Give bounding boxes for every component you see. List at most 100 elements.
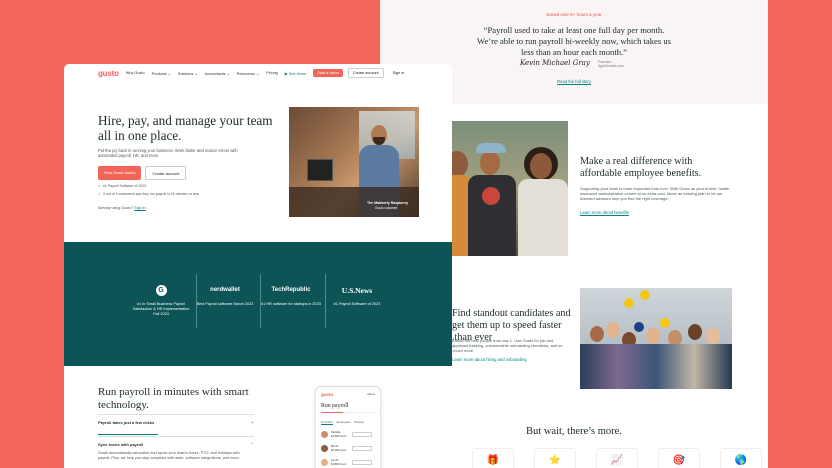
photo-person xyxy=(480,151,500,175)
benefits-photo xyxy=(452,121,568,256)
nav-resources[interactable]: Resources ⌄ xyxy=(237,71,259,76)
balloon xyxy=(634,322,644,332)
testimonial-signature: Kevin Michael Gray xyxy=(520,59,590,67)
see-demo-label: See demo xyxy=(288,71,307,76)
hiring-link[interactable]: Learn more about hiring and onboarding xyxy=(452,357,527,362)
phone-menu[interactable]: Menu xyxy=(367,392,375,396)
team-person xyxy=(706,328,720,344)
usnews-logo: U.S.News xyxy=(341,285,373,295)
front-page: gusto Why Gusto Products ⌄ Solutions ⌄ A… xyxy=(64,64,452,468)
team-person xyxy=(590,326,604,342)
payroll-title: Run payroll in minutes with smart techno… xyxy=(98,386,249,411)
awards-band: G #1 in Small Business Payroll Satisfact… xyxy=(64,242,452,366)
phone-logo: gusto xyxy=(321,392,334,397)
accordion-progress xyxy=(98,434,158,435)
nav-why-gusto[interactable]: Why Gusto xyxy=(126,71,145,75)
phone-tab-employees[interactable]: Employees xyxy=(337,420,351,425)
already-using: Already using Gusto? Sign in xyxy=(98,206,146,210)
nav-pricing[interactable]: Pricing xyxy=(266,71,278,75)
already-sign-in-link[interactable]: Sign in xyxy=(134,206,145,210)
accordion-item-clicks[interactable]: Payroll takes just a few clicks + xyxy=(98,414,254,425)
phone-mockup: gusto Menu Run payroll Overview Employee… xyxy=(315,386,381,468)
photo-screen xyxy=(307,159,333,181)
testimonial-quote: “Payroll used to take at least one full … xyxy=(477,25,671,57)
accordion-item-sync[interactable]: Sync hours with payroll ⌃ Gusto automati… xyxy=(98,436,254,461)
hero-check-1: ✓ #1 Payroll Software of 2023 xyxy=(98,184,146,188)
nav-solutions[interactable]: Solutions ⌄ xyxy=(178,71,198,76)
photo-caption-role: Gusto customer xyxy=(375,206,398,210)
nav-accountants[interactable]: Accountants ⌄ xyxy=(205,71,230,76)
target-icon[interactable]: 🎯 xyxy=(658,448,700,468)
accordion-label: Payroll takes just a few clicks xyxy=(98,420,155,425)
accordion-body: Gusto automatically calculates and syncs… xyxy=(98,451,240,460)
testimonial-kicker: Saved over 8+ hours a year xyxy=(546,12,602,17)
phone-progress xyxy=(321,412,377,413)
award-logo: G xyxy=(130,284,192,296)
nerdwallet-logo: nerdwallet xyxy=(210,287,240,293)
award-text: Best Payroll software March 2023 xyxy=(196,302,254,306)
photo-caption-name: The Mahberty Raspberry xyxy=(367,201,409,205)
chart-icon[interactable]: 📈 xyxy=(596,448,638,468)
testimonial-role-company: AppGrowth.com xyxy=(598,64,624,69)
hours-input[interactable] xyxy=(352,446,372,451)
benefits-body: Supporting your team is more important t… xyxy=(580,186,730,202)
techrepublic-logo: TechRepublic xyxy=(271,287,311,293)
award-text: #1 in Small Business Payroll Satisfactio… xyxy=(132,302,190,317)
team-person xyxy=(646,328,660,344)
check-icon: ✓ xyxy=(98,192,102,196)
hiring-body: Attract the best people from day 1. Use … xyxy=(452,338,563,354)
hero-title: Hire, pay, and manage your team all in o… xyxy=(98,113,273,143)
check-icon: ✓ xyxy=(98,184,102,188)
award-usnews: U.S.News #1 Payroll Software of 2023 xyxy=(326,284,388,307)
hero-buttons: How Gusto works Create account xyxy=(98,166,187,180)
phone-tab-review[interactable]: Review xyxy=(355,420,364,425)
nav-see-demo[interactable]: ▶ See demo xyxy=(285,71,306,76)
phone-employee-row: Ann B. $1,800 hours xyxy=(321,459,346,466)
nav-start-button[interactable]: Start a demo xyxy=(313,69,343,77)
photo-person xyxy=(530,153,552,179)
testimonial-role: Founder AppGrowth.com xyxy=(598,60,624,68)
plus-icon[interactable]: + xyxy=(251,420,254,425)
more-cards: 🎁 ⭐ 📈 🎯 🌎 xyxy=(472,448,762,468)
phone-tabs: Overview Employees Review xyxy=(321,420,364,425)
globe-icon[interactable]: 🌎 xyxy=(720,448,762,468)
award-techrepublic: TechRepublic #1 HR software for startups… xyxy=(260,284,322,307)
balloon xyxy=(624,298,634,308)
nav-products[interactable]: Products ⌄ xyxy=(152,71,171,76)
nav-sign-in[interactable]: Sign in xyxy=(393,71,405,75)
employee-detail: $1,800 hours xyxy=(331,462,347,466)
award-text: #1 Payroll Software of 2023 xyxy=(333,302,381,306)
hero-check-text: #1 Payroll Software of 2023 xyxy=(103,184,147,188)
hero-photo: The Mahberty Raspberry Gusto customer xyxy=(289,107,419,217)
phone-employee-row: Ben R. $2,200 hours xyxy=(321,445,346,452)
phone-employee-row: Danielle $3,500 hours xyxy=(321,431,346,438)
top-nav: gusto Why Gusto Products ⌄ Solutions ⌄ A… xyxy=(64,64,452,82)
photo-person xyxy=(452,151,468,177)
avatar xyxy=(321,431,328,438)
chevron-up-icon[interactable]: ⌃ xyxy=(250,442,254,448)
hero-subtitle: Put the joy back in running your busines… xyxy=(98,148,238,159)
how-gusto-works-button[interactable]: How Gusto works xyxy=(98,166,142,180)
already-prefix: Already using Gusto? xyxy=(98,206,134,210)
hours-input[interactable] xyxy=(352,432,372,437)
award-g2: G #1 in Small Business Payroll Satisfact… xyxy=(130,284,192,318)
gusto-logo[interactable]: gusto xyxy=(98,69,119,78)
avatar xyxy=(321,445,328,452)
hero-check-text: 3 out of 4 customers say they run payrol… xyxy=(103,192,200,196)
nav-create-account-button[interactable]: Create account xyxy=(347,68,384,78)
phone-tab-overview[interactable]: Overview xyxy=(321,420,333,425)
benefits-link[interactable]: Learn more about benefits xyxy=(580,210,629,215)
balloon xyxy=(660,318,670,328)
star-icon[interactable]: ⭐ xyxy=(534,448,576,468)
hours-input[interactable] xyxy=(352,460,372,465)
balloon xyxy=(640,290,650,300)
employee-detail: $2,200 hours xyxy=(331,448,347,452)
team-person xyxy=(606,322,620,338)
phone-progress-fill xyxy=(321,412,344,413)
hero-create-account-button[interactable]: Create account xyxy=(145,166,187,180)
award-text: #1 HR software for startups in 2023 xyxy=(261,302,321,306)
employee-text: Danielle $3,500 hours xyxy=(331,431,346,437)
gift-icon[interactable]: 🎁 xyxy=(472,448,514,468)
shirt-graphic xyxy=(482,187,500,205)
award-nerdwallet: nerdwallet Best Payroll software March 2… xyxy=(194,284,256,307)
